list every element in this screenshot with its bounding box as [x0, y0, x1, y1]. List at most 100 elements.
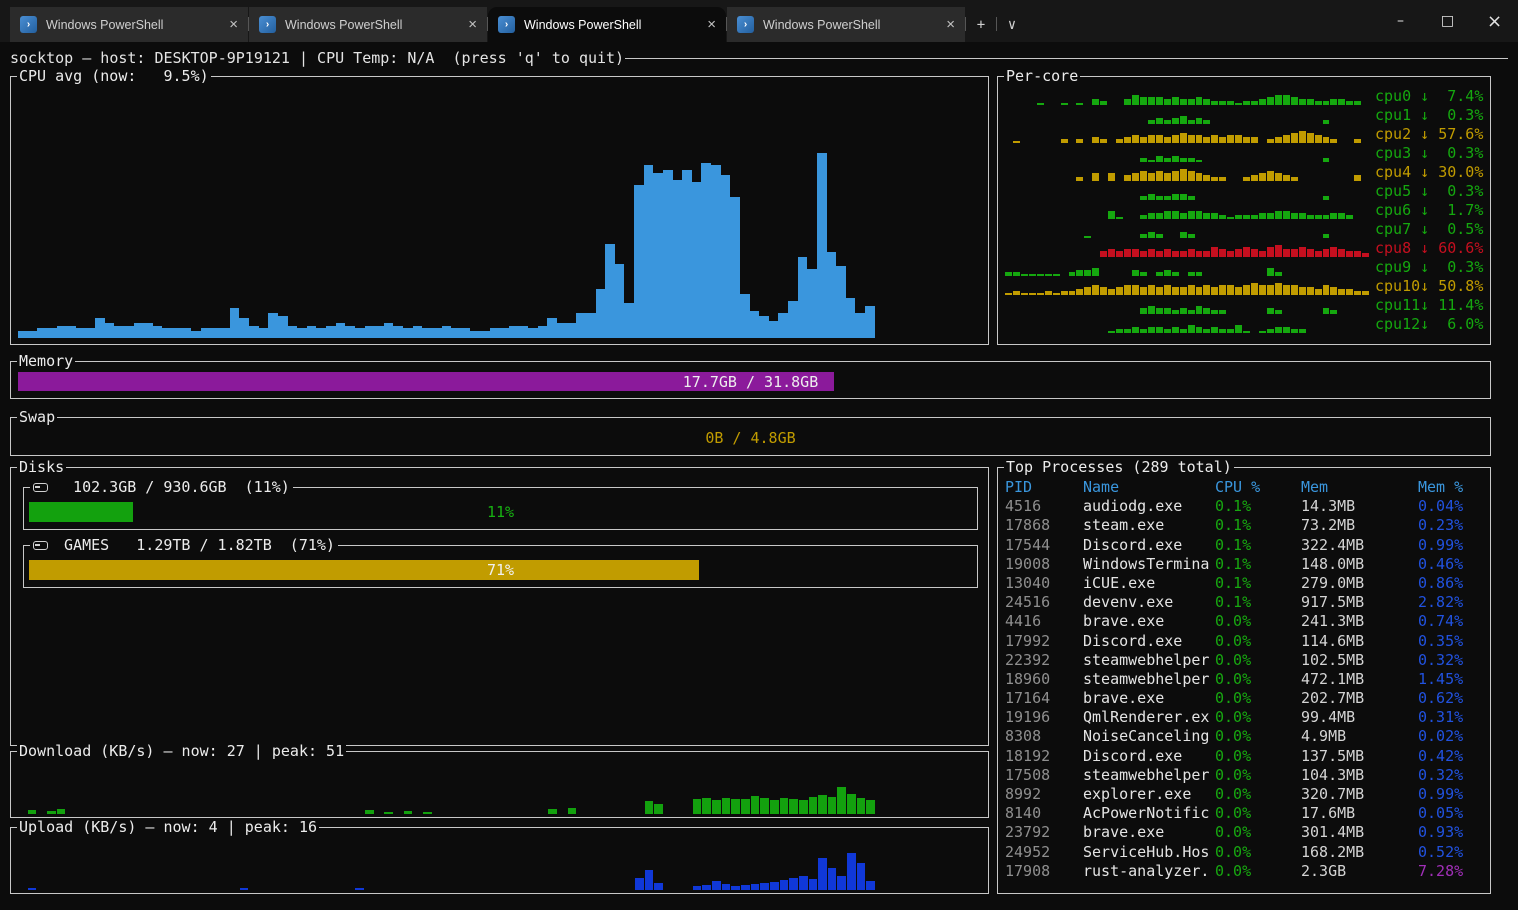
process-cell-name: rust-analyzer.: [1083, 862, 1215, 881]
per-core-list: cpu0 ↓ 7.4%cpu1 ↓ 0.3%cpu2 ↓ 57.6%cpu3 ↓…: [1005, 86, 1485, 342]
process-cell-pid: 13040: [1005, 574, 1083, 593]
core-row: cpu12↓ 6.0%: [1005, 314, 1485, 333]
close-button[interactable]: ×: [1471, 0, 1518, 42]
process-cell-pid: 8308: [1005, 727, 1083, 746]
core-sparkline: [1005, 107, 1369, 124]
process-cell-cpu: 0.1%: [1215, 574, 1301, 593]
process-cell-memp: 0.31%: [1418, 708, 1488, 727]
process-cell-cpu: 0.0%: [1215, 747, 1301, 766]
process-cell-pid: 17544: [1005, 536, 1083, 555]
powershell-icon: ›: [20, 16, 37, 33]
app-header-text: socktop — host: DESKTOP-9P19121 | CPU Te…: [10, 49, 624, 67]
process-cell-pid: 18192: [1005, 747, 1083, 766]
new-tab-button[interactable]: +: [966, 7, 996, 42]
process-cell-cpu: 0.0%: [1215, 862, 1301, 881]
tab-dropdown-button[interactable]: ∨: [997, 7, 1027, 42]
process-cell-pid: 19008: [1005, 555, 1083, 574]
maximize-button[interactable]: □: [1424, 0, 1471, 42]
core-row: cpu0 ↓ 7.4%: [1005, 86, 1485, 105]
disk-title: GAMES 1.29TB / 1.82TB (71%): [30, 536, 338, 555]
process-column-header: CPU %: [1215, 478, 1301, 497]
process-cell-cpu: 0.0%: [1215, 766, 1301, 785]
process-cell-pid: 17868: [1005, 516, 1083, 535]
process-cell-cpu: 0.1%: [1215, 536, 1301, 555]
memory-gauge-label: 17.7GB / 31.8GB: [18, 372, 1483, 391]
process-cell-memp: 0.74%: [1418, 612, 1488, 631]
core-sparkline: [1005, 126, 1369, 143]
core-label: cpu12↓ 6.0%: [1375, 315, 1485, 333]
process-cell-memp: 0.32%: [1418, 766, 1488, 785]
core-label: cpu10↓ 50.8%: [1375, 277, 1485, 295]
download-title: Download (KB/s) — now: 27 | peak: 51: [17, 742, 346, 761]
core-label: cpu5 ↓ 0.3%: [1375, 182, 1485, 200]
tab-windows-powershell-4[interactable]: ›Windows PowerShell×: [727, 7, 965, 42]
process-cell-cpu: 0.0%: [1215, 708, 1301, 727]
core-row: cpu3 ↓ 0.3%: [1005, 143, 1485, 162]
tab-windows-powershell-3[interactable]: ›Windows PowerShell×: [488, 7, 726, 42]
cpu-avg-title: CPU avg (now: 9.5%): [17, 67, 211, 86]
core-sparkline: [1005, 202, 1369, 219]
powershell-icon: ›: [259, 16, 276, 33]
upload-chart: [18, 841, 981, 890]
tab-close-icon[interactable]: ×: [229, 17, 238, 32]
tab-label: Windows PowerShell: [763, 18, 880, 32]
process-cell-mem: 137.5MB: [1301, 747, 1418, 766]
core-sparkline: [1005, 297, 1369, 314]
process-cell-mem: 322.4MB: [1301, 536, 1418, 555]
process-cell-name: Discord.exe: [1083, 536, 1215, 555]
process-cell-cpu: 0.0%: [1215, 843, 1301, 862]
process-cell-cpu: 0.0%: [1215, 612, 1301, 631]
core-row: cpu10↓ 50.8%: [1005, 276, 1485, 295]
core-sparkline: [1005, 88, 1369, 105]
minimize-button[interactable]: –: [1377, 0, 1424, 42]
process-cell-memp: 0.02%: [1418, 727, 1488, 746]
process-cell-memp: 0.35%: [1418, 632, 1488, 651]
process-cell-mem: 4.9MB: [1301, 727, 1418, 746]
process-cell-memp: 0.52%: [1418, 843, 1488, 862]
core-sparkline: [1005, 221, 1369, 238]
core-sparkline: [1005, 183, 1369, 200]
process-cell-mem: 241.3MB: [1301, 612, 1418, 631]
process-cell-pid: 4516: [1005, 497, 1083, 516]
process-cell-cpu: 0.1%: [1215, 593, 1301, 612]
tab-close-icon[interactable]: ×: [707, 17, 716, 32]
upload-panel: Upload (KB/s) — now: 4 | peak: 16: [10, 827, 989, 894]
process-cell-name: NoiseCanceling: [1083, 727, 1215, 746]
tab-close-icon[interactable]: ×: [946, 17, 955, 32]
swap-panel: Swap 0B / 4.8GB: [10, 417, 1491, 456]
process-cell-name: devenv.exe: [1083, 593, 1215, 612]
process-cell-cpu: 0.0%: [1215, 727, 1301, 746]
disk-gauge-panel: GAMES 1.29TB / 1.82TB (71%)71%: [23, 545, 978, 588]
tab-windows-powershell-1[interactable]: ›Windows PowerShell×: [10, 7, 248, 42]
download-panel: Download (KB/s) — now: 27 | peak: 51: [10, 751, 989, 818]
core-sparkline: [1005, 240, 1369, 257]
process-cell-mem: 202.7MB: [1301, 689, 1418, 708]
core-label: cpu1 ↓ 0.3%: [1375, 106, 1485, 124]
core-label: cpu7 ↓ 0.5%: [1375, 220, 1485, 238]
process-column-header: PID: [1005, 478, 1083, 497]
disk-title-text: GAMES 1.29TB / 1.82TB (71%): [55, 536, 335, 555]
process-cell-memp: 7.28%: [1418, 862, 1488, 881]
disk-icon: [33, 541, 48, 550]
tab-windows-powershell-2[interactable]: ›Windows PowerShell×: [249, 7, 487, 42]
process-cell-pid: 8140: [1005, 804, 1083, 823]
cpu-avg-chart: [18, 91, 981, 338]
process-cell-cpu: 0.1%: [1215, 516, 1301, 535]
process-cell-name: explorer.exe: [1083, 785, 1215, 804]
memory-panel: Memory 17.7GB / 31.8GB: [10, 361, 1491, 399]
process-cell-name: audiodg.exe: [1083, 497, 1215, 516]
swap-gauge-label: 0B / 4.8GB: [18, 428, 1483, 447]
core-row: cpu5 ↓ 0.3%: [1005, 181, 1485, 200]
process-cell-mem: 114.6MB: [1301, 632, 1418, 651]
core-label: cpu11↓ 11.4%: [1375, 296, 1485, 314]
core-label: cpu4 ↓ 30.0%: [1375, 163, 1485, 181]
process-cell-mem: 472.1MB: [1301, 670, 1418, 689]
disk-gauge-label: 11%: [29, 502, 972, 522]
process-cell-name: AcPowerNotific: [1083, 804, 1215, 823]
process-cell-pid: 17508: [1005, 766, 1083, 785]
disk-usage-gauge: 71%: [29, 560, 972, 580]
tab-close-icon[interactable]: ×: [468, 17, 477, 32]
process-cell-name: brave.exe: [1083, 823, 1215, 842]
process-cell-name: ServiceHub.Hos: [1083, 843, 1215, 862]
process-cell-cpu: 0.0%: [1215, 823, 1301, 842]
